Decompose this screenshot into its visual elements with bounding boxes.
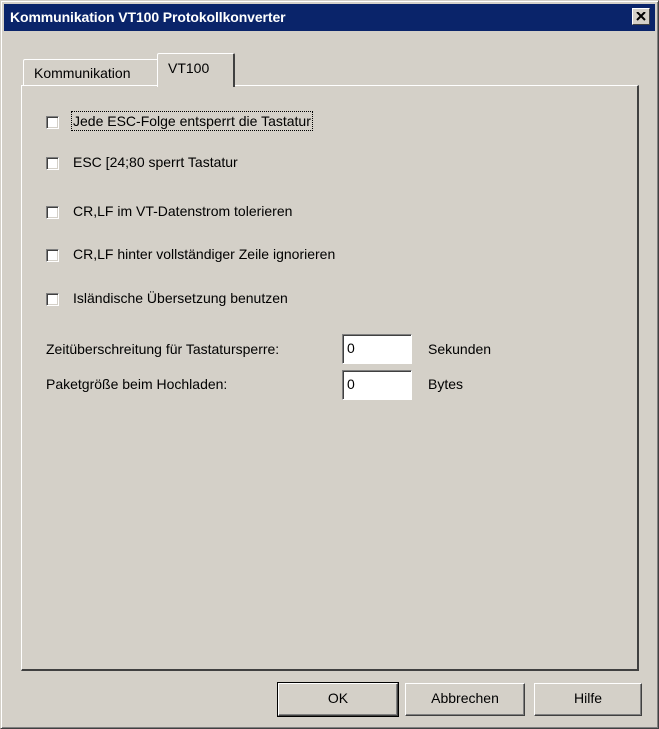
title-bar[interactable]: Kommunikation VT100 Protokollkonverter xyxy=(4,4,655,31)
option-label: CR,LF im VT-Datenstrom tolerieren xyxy=(73,203,293,219)
option-label: ESC [24;80 sperrt Tastatur xyxy=(73,154,238,170)
window-title: Kommunikation VT100 Protokollkonverter xyxy=(10,9,286,25)
tab-vt100[interactable]: VT100 xyxy=(157,53,235,87)
tab-vt100-label: VT100 xyxy=(168,60,210,76)
help-button[interactable]: Hilfe xyxy=(534,683,642,716)
dialog-window: Kommunikation VT100 Protokollkonverter K… xyxy=(0,0,659,729)
packet-size-unit: Bytes xyxy=(428,376,464,392)
option-label: Jede ESC-Folge entsperrt die Tastatur xyxy=(71,111,313,131)
option-label: CR,LF hinter vollständiger Zeile ignorie… xyxy=(73,246,336,262)
cancel-button[interactable]: Abbrechen xyxy=(405,683,525,716)
close-button[interactable] xyxy=(632,8,650,25)
checkbox[interactable] xyxy=(46,293,59,306)
checkbox[interactable] xyxy=(46,206,59,219)
checkbox[interactable] xyxy=(46,116,59,129)
timeout-input[interactable]: 0 xyxy=(342,334,412,364)
checkbox[interactable] xyxy=(46,157,59,170)
option-label: Isländische Übersetzung benutzen xyxy=(73,290,288,306)
checkbox[interactable] xyxy=(46,249,59,262)
packet-size-input[interactable]: 0 xyxy=(342,370,412,400)
tab-kommunikation-label: Kommunikation xyxy=(34,65,131,81)
ok-button[interactable]: OK xyxy=(277,682,399,717)
tab-panel-vt100: Jede ESC-Folge entsperrt die Tastatur ES… xyxy=(21,85,639,671)
timeout-unit: Sekunden xyxy=(428,341,492,357)
close-icon xyxy=(636,12,646,21)
tab-kommunikation[interactable]: Kommunikation xyxy=(23,59,159,86)
timeout-label: Zeitüberschreitung für Tastatursperre: xyxy=(46,341,280,357)
packet-size-label: Paketgröße beim Hochladen: xyxy=(46,376,228,392)
